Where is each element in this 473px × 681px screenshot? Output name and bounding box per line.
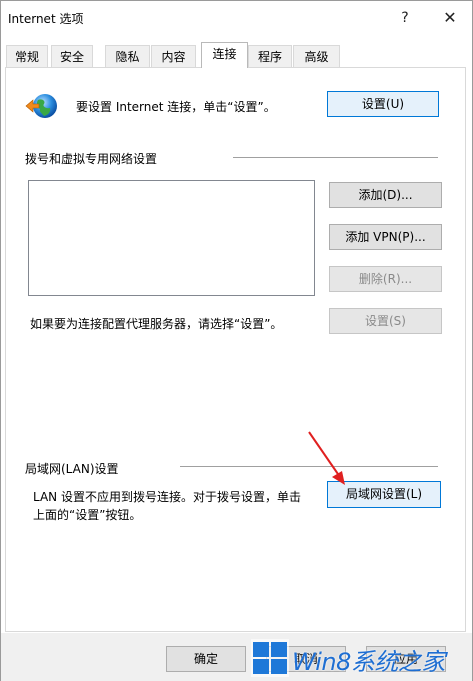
title-bar: Internet 选项 ? ✕	[1, 1, 472, 35]
setup-button[interactable]: 设置(U)	[327, 91, 439, 117]
annotation-arrow-icon	[308, 431, 345, 485]
tab-content[interactable]: 内容	[151, 45, 196, 67]
setup-description: 要设置 Internet 连接，单击“设置”。	[76, 100, 276, 114]
tab-advanced[interactable]: 高级	[293, 45, 340, 67]
tab-privacy[interactable]: 隐私	[105, 45, 150, 67]
window-title: Internet 选项	[8, 12, 84, 26]
internet-options-dialog: Internet 选项 ? ✕ 常规 安全 隐私 内容 连接 程序 高级 要设置…	[0, 0, 473, 681]
lan-description-line2: 上面的“设置”按钮。	[33, 508, 142, 522]
ok-button[interactable]: 确定	[166, 646, 246, 672]
lan-section-title: 局域网(LAN)设置	[25, 462, 119, 476]
proxy-hint-text: 如果要为连接配置代理服务器，请选择“设置”。	[30, 317, 283, 331]
tab-general[interactable]: 常规	[6, 45, 48, 67]
tab-connections[interactable]: 连接	[201, 42, 248, 68]
watermark-text: Win8系统之家	[292, 648, 445, 676]
help-button[interactable]: ?	[385, 5, 425, 31]
dialup-section-title: 拨号和虚拟专用网络设置	[25, 152, 158, 166]
lan-description-line1: LAN 设置不应用到拨号连接。对于拨号设置，单击	[33, 490, 301, 504]
close-button[interactable]: ✕	[430, 5, 470, 31]
dialup-section-divider	[233, 157, 438, 158]
add-button[interactable]: 添加(D)...	[329, 182, 442, 208]
dialup-settings-button[interactable]: 设置(S)	[329, 308, 442, 334]
network-globe-icon	[25, 94, 57, 118]
tab-programs[interactable]: 程序	[248, 45, 292, 67]
add-vpn-button[interactable]: 添加 VPN(P)...	[329, 224, 442, 250]
delete-button[interactable]: 删除(R)...	[329, 266, 442, 292]
tab-security[interactable]: 安全	[51, 45, 93, 67]
dialup-connections-list[interactable]	[28, 180, 315, 296]
windows-logo-icon	[251, 639, 289, 677]
